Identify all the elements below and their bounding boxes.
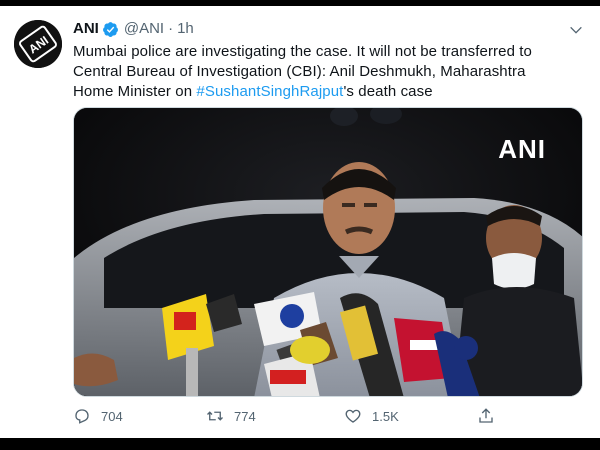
reply-count: 704 (101, 408, 123, 424)
more-options-button[interactable] (566, 20, 586, 40)
tweet-text-fragment: Home Minister on (73, 83, 197, 100)
tweet-media-image[interactable]: ANI (73, 107, 583, 397)
tweet-header: ANI @ANI · 1h (73, 18, 194, 40)
tweet-actions: 704 774 1.5K (73, 403, 513, 433)
share-icon (479, 408, 493, 423)
ani-logo-icon: ANI (14, 20, 62, 68)
tweet-text-line: Mumbai police are investigating the case… (73, 43, 532, 60)
tweet-text-tail: 's death case (343, 83, 433, 100)
tweet-timestamp[interactable]: 1h (177, 18, 194, 40)
retweet-count: 774 (234, 408, 256, 424)
author-avatar[interactable]: ANI (14, 20, 62, 68)
reply-icon (75, 409, 89, 424)
tweet-text-line-last: Home Minister on #SushantSinghRajput's d… (73, 82, 578, 102)
tweet-text: Mumbai police are investigating the case… (73, 42, 578, 102)
tweet-text-line: Central Bureau of Investigation (CBI): A… (73, 63, 526, 80)
like-count: 1.5K (372, 408, 399, 424)
chevron-down-icon (570, 26, 582, 34)
separator-dot: · (168, 20, 174, 37)
like-button[interactable]: 1.5K (344, 407, 399, 425)
retweet-icon (207, 411, 223, 421)
tweet-card[interactable]: ANI ANI @ANI · 1h Mumbai police are inve… (0, 6, 600, 438)
author-handle[interactable]: @ANI (124, 18, 164, 40)
verified-badge-icon (102, 21, 118, 37)
retweet-button[interactable]: 774 (206, 407, 256, 425)
ani-watermark: ANI (498, 134, 546, 164)
heart-icon (345, 409, 361, 423)
share-button[interactable] (477, 407, 505, 425)
author-name[interactable]: ANI (73, 18, 99, 40)
reply-button[interactable]: 704 (73, 407, 123, 425)
screen-background: ANI ANI @ANI · 1h Mumbai police are inve… (0, 0, 600, 450)
hashtag-link[interactable]: #SushantSinghRajput (196, 83, 343, 100)
